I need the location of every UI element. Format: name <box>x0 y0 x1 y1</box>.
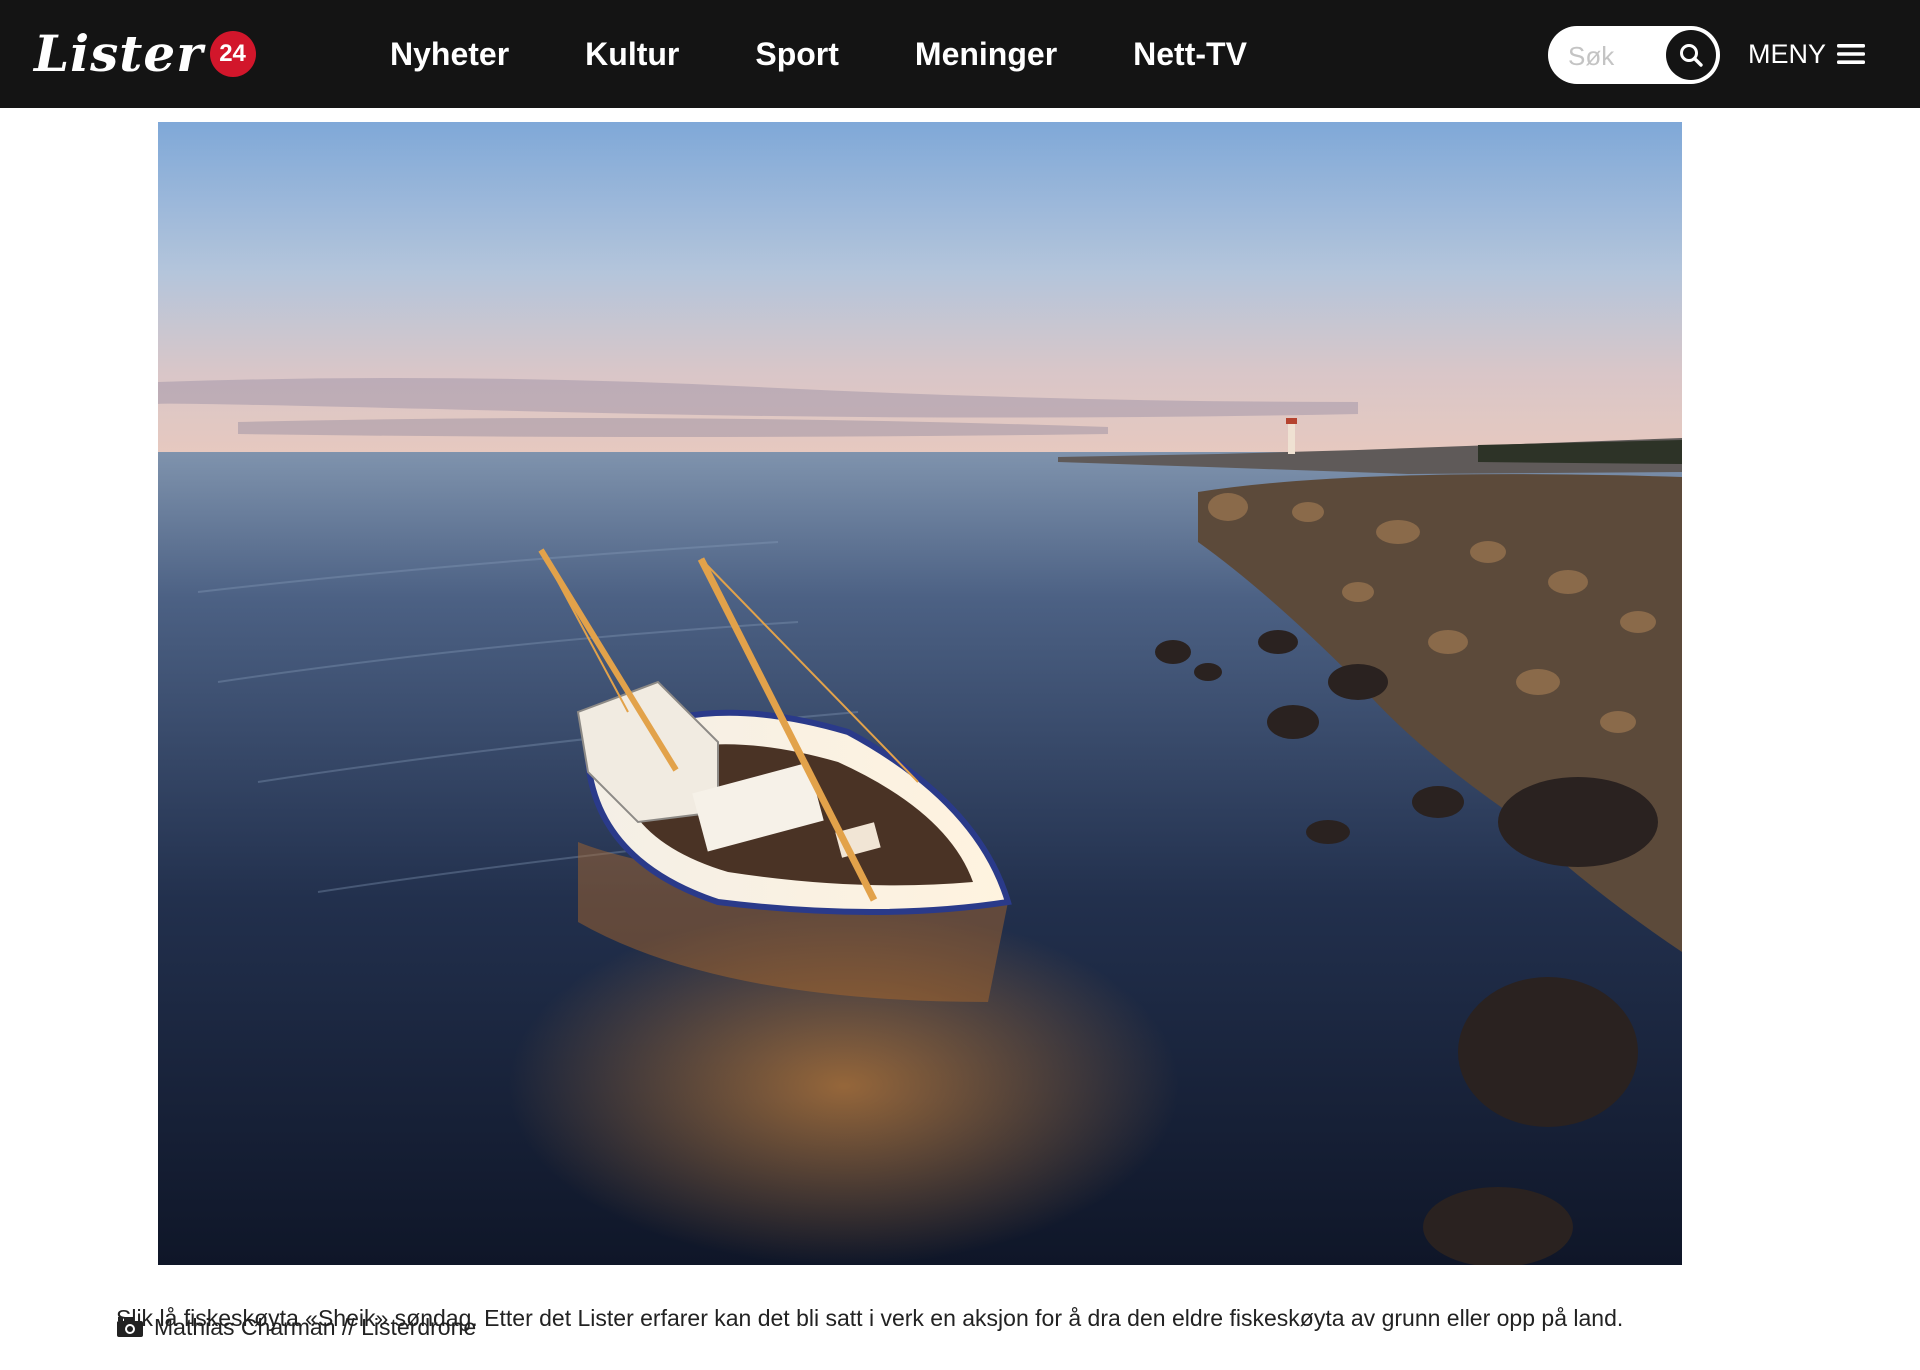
nav-item-meninger[interactable]: Meninger <box>915 36 1057 73</box>
site-logo[interactable]: Lister 24 <box>34 22 256 86</box>
article-photo <box>158 122 1682 1265</box>
camera-icon <box>117 1317 143 1337</box>
hamburger-icon <box>1837 44 1866 64</box>
photo-credit: Mathias Charman // Listerdrone <box>116 1312 476 1342</box>
nav-item-kultur[interactable]: Kultur <box>585 36 679 73</box>
search-box <box>1548 26 1720 84</box>
menu-button[interactable]: MENY <box>1748 0 1866 108</box>
main-nav: Nyheter Kultur Sport Meninger Nett-TV <box>390 0 1323 108</box>
search-icon <box>1680 44 1703 67</box>
menu-label: MENY <box>1748 38 1827 69</box>
search-input[interactable] <box>1566 36 1662 76</box>
top-navigation-bar: Lister 24 Nyheter Kultur Sport Meninger … <box>0 0 1920 108</box>
logo-badge: 24 <box>209 31 256 77</box>
logo-wordmark: Lister <box>34 24 204 83</box>
photo-credit-text: Mathias Charman // Listerdrone <box>154 1314 477 1340</box>
nav-item-nyheter[interactable]: Nyheter <box>390 36 509 73</box>
nav-item-sport[interactable]: Sport <box>755 36 839 73</box>
search-button[interactable] <box>1666 30 1716 80</box>
nav-item-nett-tv[interactable]: Nett-TV <box>1133 36 1247 73</box>
